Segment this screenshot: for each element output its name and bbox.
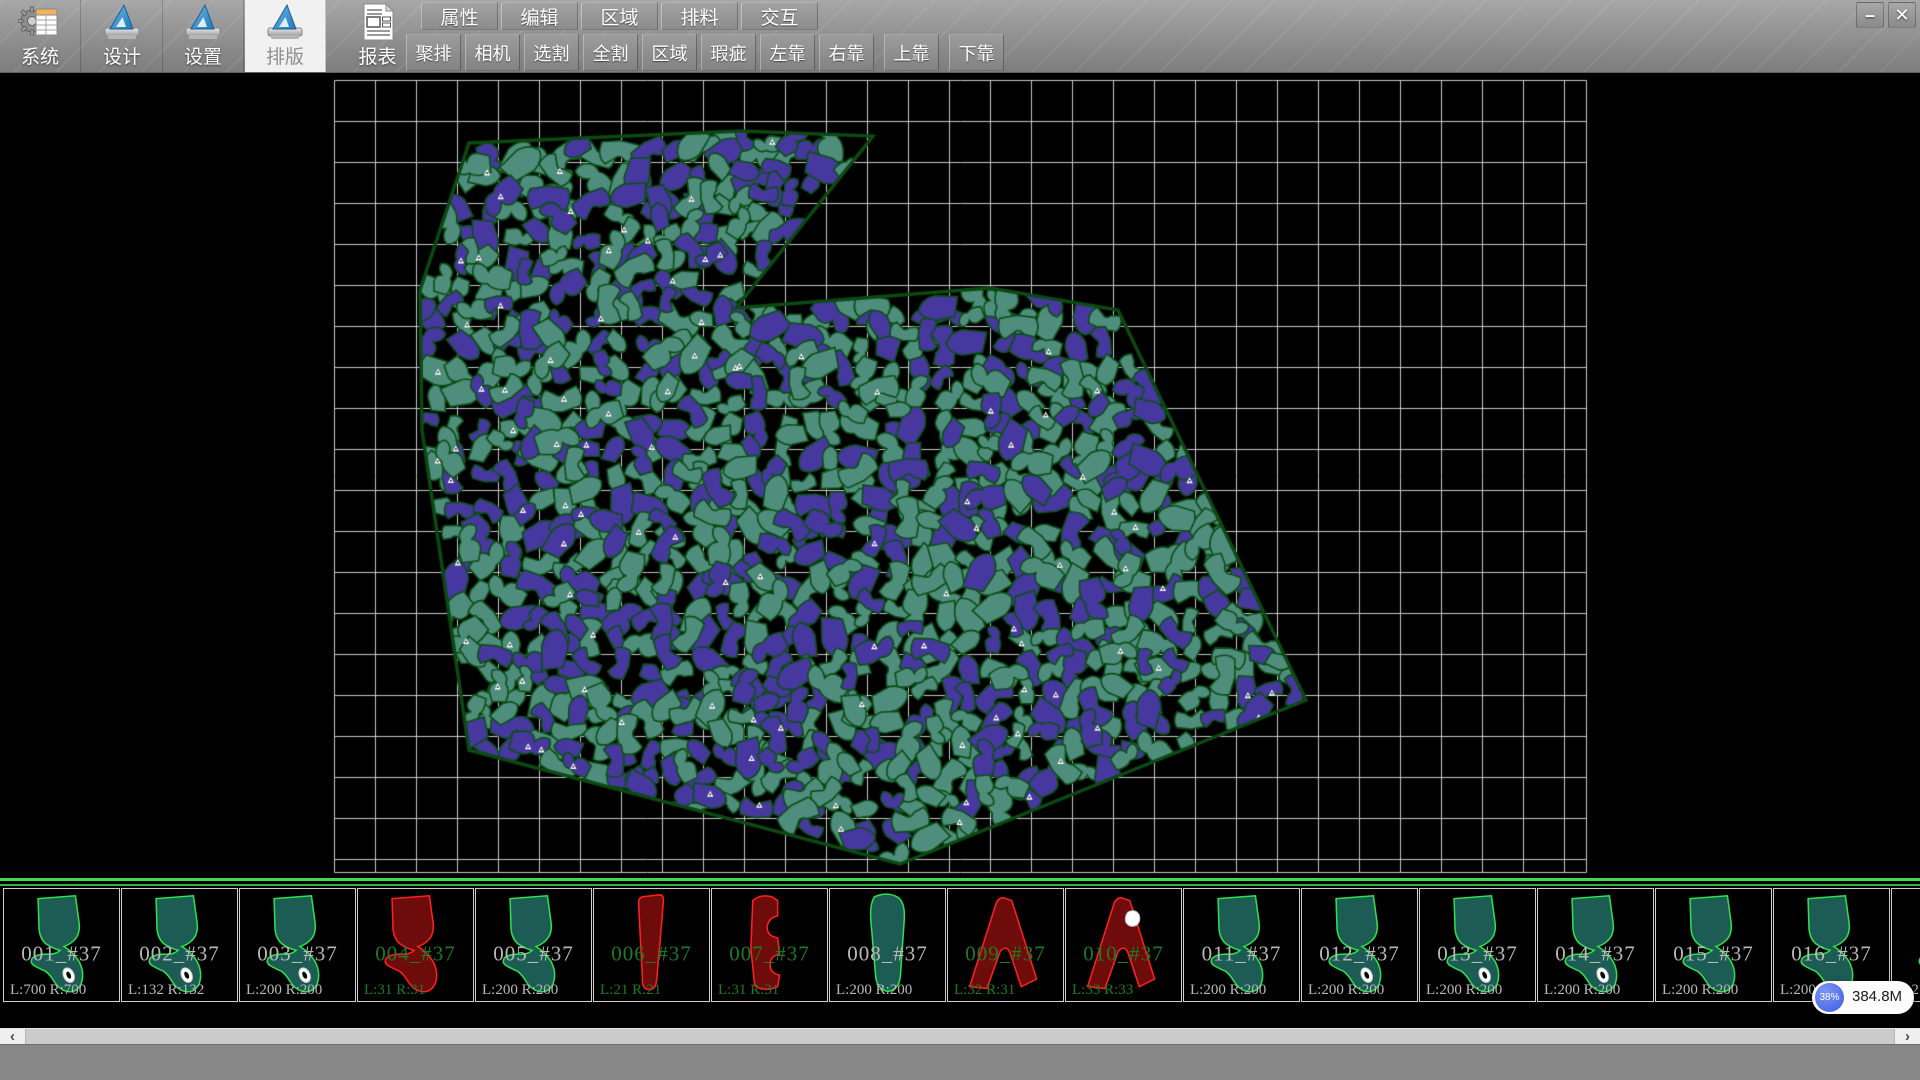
menu-interaction[interactable]: 交互	[741, 2, 818, 30]
piece-id-label: 004_#37	[358, 941, 473, 966]
menu-bar: 属性 编辑 区域 排料 交互	[421, 2, 821, 30]
piece-id-label: 012_#37	[1302, 941, 1417, 966]
piece-id-label: 015_#37	[1656, 941, 1771, 966]
tool-align-right[interactable]: 右靠	[819, 34, 874, 71]
piece-thumbnail[interactable]: 006_#37 L:21 R:21	[593, 888, 710, 1002]
nesting-button[interactable]: 排版	[245, 0, 326, 72]
piece-lr-count-label: L:132 R:132	[128, 982, 204, 999]
piece-lr-count-label: L:200 R:200	[482, 982, 558, 999]
tool-cut-all[interactable]: 全割	[583, 34, 638, 71]
settings-button[interactable]: 设置	[163, 0, 244, 72]
tool-align-left[interactable]: 左靠	[760, 34, 815, 71]
piece-thumbnail[interactable]: 004_#37 L:31 R:31	[357, 888, 474, 1002]
tool-bar: 聚排 相机 选割 全割 区域 瑕疵 左靠 右靠 上靠 下靠	[406, 34, 1008, 71]
tool-align-top[interactable]: 上靠	[884, 34, 939, 71]
tool-camera[interactable]: 相机	[465, 34, 520, 71]
piece-id-label: 002_#37	[122, 941, 237, 966]
tool-defect[interactable]: 瑕疵	[701, 34, 756, 71]
piece-id-label: 009_#37	[948, 941, 1063, 966]
piece-thumbnail[interactable]: 003_#37 L:200 R:200	[239, 888, 356, 1002]
piece-thumbnail[interactable]: 013_#37 L:200 R:200	[1419, 888, 1536, 1002]
piece-id-label: 003_#37	[240, 941, 355, 966]
settings-button-label: 设置	[163, 42, 243, 69]
tool-select-cut[interactable]: 选割	[524, 34, 579, 71]
system-button-label: 系统	[0, 42, 80, 69]
window-controls: – ✕	[1856, 2, 1916, 28]
gear-table-icon	[0, 2, 80, 44]
scroll-left-button[interactable]: ‹	[0, 1029, 26, 1045]
memory-usage-badge: 38% 384.8M	[1812, 981, 1914, 1014]
piece-lr-count-label: L:33 R:33	[1072, 982, 1133, 999]
piece-thumbnail[interactable]: 005_#37 L:200 R:200	[475, 888, 592, 1002]
usage-percent-indicator: 38%	[1815, 983, 1844, 1012]
piece-id-label: 013_#37	[1420, 941, 1535, 966]
piece-id-label: 008_#37	[830, 941, 945, 966]
strip-divider-line	[0, 878, 1920, 881]
piece-thumbnail[interactable]: 001_#37 L:700 R:700	[3, 888, 120, 1002]
status-bar	[0, 1044, 1920, 1080]
piece-id-label: 014_#37	[1538, 941, 1653, 966]
piece-lr-count-label: L:32 R:31	[954, 982, 1015, 999]
tool-align-bottom[interactable]: 下靠	[949, 34, 1004, 71]
piece-id-label: 011_#37	[1184, 941, 1299, 966]
piece-thumbnail-strip: 001_#37 L:700 R:700 002_#37 L:132 R:132 003_…	[0, 878, 1920, 1028]
tool-cluster-nest[interactable]: 聚排	[406, 34, 461, 71]
piece-thumbnail[interactable]: 011_#37 L:200 R:200	[1183, 888, 1300, 1002]
application-window: 系统	[0, 0, 1920, 1080]
menu-region[interactable]: 区域	[581, 2, 658, 30]
piece-thumbnail[interactable]: 010_#37 L:33 R:33	[1065, 888, 1182, 1002]
piece-id-label: 006_#37	[594, 941, 709, 966]
piece-lr-count-label: L:31 R:31	[718, 982, 779, 999]
piece-thumbnail[interactable]: 008_#37 L:200 R:200	[829, 888, 946, 1002]
piece-lr-count-label: L:21 R:21	[600, 982, 661, 999]
piece-lr-count-label: L:200 R:200	[1544, 982, 1620, 999]
tool-region[interactable]: 区域	[642, 34, 697, 71]
minimize-button[interactable]: –	[1856, 2, 1884, 28]
system-button[interactable]: 系统	[0, 0, 81, 72]
scroll-right-button[interactable]: ›	[1894, 1029, 1920, 1045]
piece-thumbnail[interactable]: 015_#37 L:200 R:200	[1655, 888, 1772, 1002]
set-square-icon	[245, 2, 325, 44]
set-square-icon	[82, 2, 162, 44]
piece-thumbnail[interactable]: 007_#37 L:31 R:31	[711, 888, 828, 1002]
piece-lr-count-label: L:200 R:200	[836, 982, 912, 999]
piece-lr-count-label: L:31 R:31	[364, 982, 425, 999]
piece-id-label: 001_#37	[4, 941, 119, 966]
design-button[interactable]: 设计	[82, 0, 163, 72]
piece-id-label: 005_#37	[476, 941, 591, 966]
piece-lr-count-label: L:200 R:200	[1190, 982, 1266, 999]
nesting-button-label: 排版	[245, 42, 325, 69]
design-button-label: 设计	[82, 42, 162, 69]
piece-thumbnail[interactable]: 002_#37 L:132 R:132	[121, 888, 238, 1002]
menu-properties[interactable]: 属性	[421, 2, 498, 30]
menu-edit[interactable]: 编辑	[501, 2, 578, 30]
piece-lr-count-label: L:200 R:200	[246, 982, 322, 999]
piece-thumbnail[interactable]: 014_#37 L:200 R:200	[1537, 888, 1654, 1002]
close-button[interactable]: ✕	[1888, 2, 1916, 28]
set-square-icon	[163, 2, 243, 44]
nesting-workspace[interactable]	[0, 73, 1920, 878]
piece-lr-count-label: L:200 R:200	[1308, 982, 1384, 999]
horizontal-scrollbar[interactable]: ‹ ›	[0, 1028, 1920, 1044]
piece-id-label: 016_#37	[1774, 941, 1889, 966]
piece-lr-count-label: L:200 R:200	[1426, 982, 1502, 999]
strip-divider-line	[0, 884, 1920, 886]
memory-amount-label: 384.8M	[1852, 988, 1902, 1005]
piece-lr-count-label: L:700 R:700	[10, 982, 86, 999]
piece-thumbnail[interactable]: 009_#37 L:32 R:31	[947, 888, 1064, 1002]
piece-id-label: 007_#37	[712, 941, 827, 966]
toolbar: 系统	[0, 0, 1920, 73]
piece-id-label: 010_#37	[1066, 941, 1181, 966]
menu-nesting[interactable]: 排料	[661, 2, 738, 30]
nesting-canvas[interactable]	[0, 73, 1920, 878]
piece-thumbnail[interactable]: 012_#37 L:200 R:200	[1301, 888, 1418, 1002]
piece-lr-count-label: L:200 R:200	[1662, 982, 1738, 999]
